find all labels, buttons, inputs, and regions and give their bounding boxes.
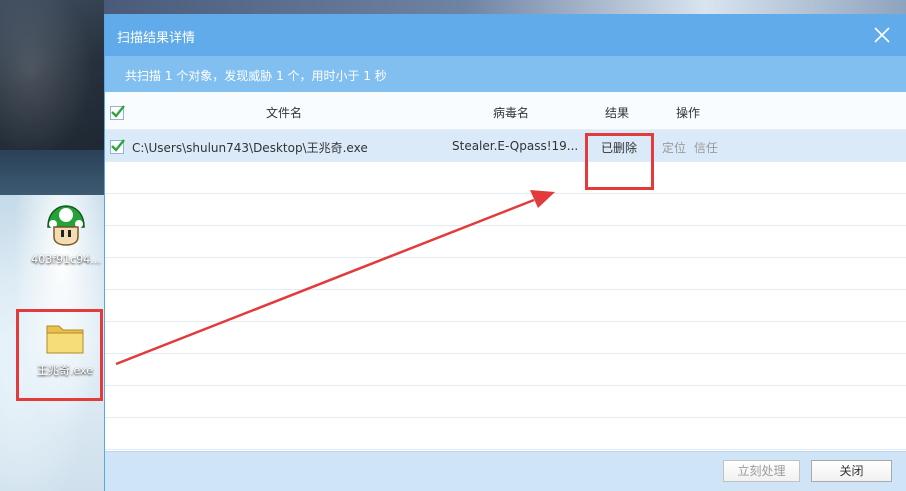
dialog-title: 扫描结果详情: [117, 31, 196, 46]
table-row-empty: [105, 194, 906, 226]
trust-link[interactable]: 信任: [694, 141, 718, 155]
result-table-body: C:\Users\shulun743\Desktop\王兆奇.exe Steal…: [105, 130, 906, 450]
select-all-checkbox[interactable]: [110, 105, 125, 120]
table-row[interactable]: C:\Users\shulun743\Desktop\王兆奇.exe Steal…: [105, 130, 906, 162]
desktop-wallpaper-cliff: [0, 0, 104, 175]
row-virus-name: Stealer.E-Qpass!19...: [452, 139, 579, 153]
dialog-titlebar: 扫描结果详情: [105, 14, 906, 56]
column-header-result[interactable]: 结果: [605, 104, 629, 121]
scan-result-dialog: 扫描结果详情 共扫描 1 个对象，发现威胁 1 个，用时小于 1 秒 文件名 病…: [104, 14, 906, 491]
column-header-action: 操作: [676, 106, 701, 120]
desktop-icon-mushroom-file[interactable]: 403f91c94...: [28, 203, 104, 266]
annotation-box-folder: [16, 309, 103, 401]
close-icon[interactable]: [872, 25, 892, 45]
row-file-path: C:\Users\shulun743\Desktop\王兆奇.exe: [132, 141, 368, 155]
desktop-icon-label: 403f91c94...: [31, 253, 101, 266]
annotation-box-result: [585, 133, 654, 190]
column-header-file[interactable]: 文件名: [266, 104, 302, 121]
table-row-empty: [105, 322, 906, 354]
checkmark-icon: [111, 139, 125, 152]
checkmark-icon: [111, 105, 125, 118]
process-now-button[interactable]: 立刻处理: [723, 460, 800, 482]
table-row-empty: [105, 386, 906, 418]
close-button[interactable]: 关闭: [811, 460, 892, 482]
desktop-wallpaper-sky: [104, 0, 906, 14]
table-row-empty: [105, 162, 906, 194]
row-actions: 定位 信任: [662, 139, 722, 156]
column-header-virus[interactable]: 病毒名: [493, 104, 529, 121]
table-header: 文件名 病毒名 结果 操作: [105, 92, 906, 130]
table-row-empty: [105, 226, 906, 258]
table-row-empty: [105, 258, 906, 290]
mushroom-icon: [47, 205, 85, 246]
row-checkbox[interactable]: [110, 139, 125, 154]
table-row-empty: [105, 290, 906, 322]
scan-summary: 共扫描 1 个对象，发现威胁 1 个，用时小于 1 秒: [105, 56, 906, 92]
desktop-wallpaper-water: [0, 150, 104, 195]
table-row-empty: [105, 354, 906, 386]
table-row-empty: [105, 418, 906, 450]
dialog-footer: 立刻处理 关闭: [105, 451, 906, 491]
locate-link[interactable]: 定位: [662, 141, 686, 155]
